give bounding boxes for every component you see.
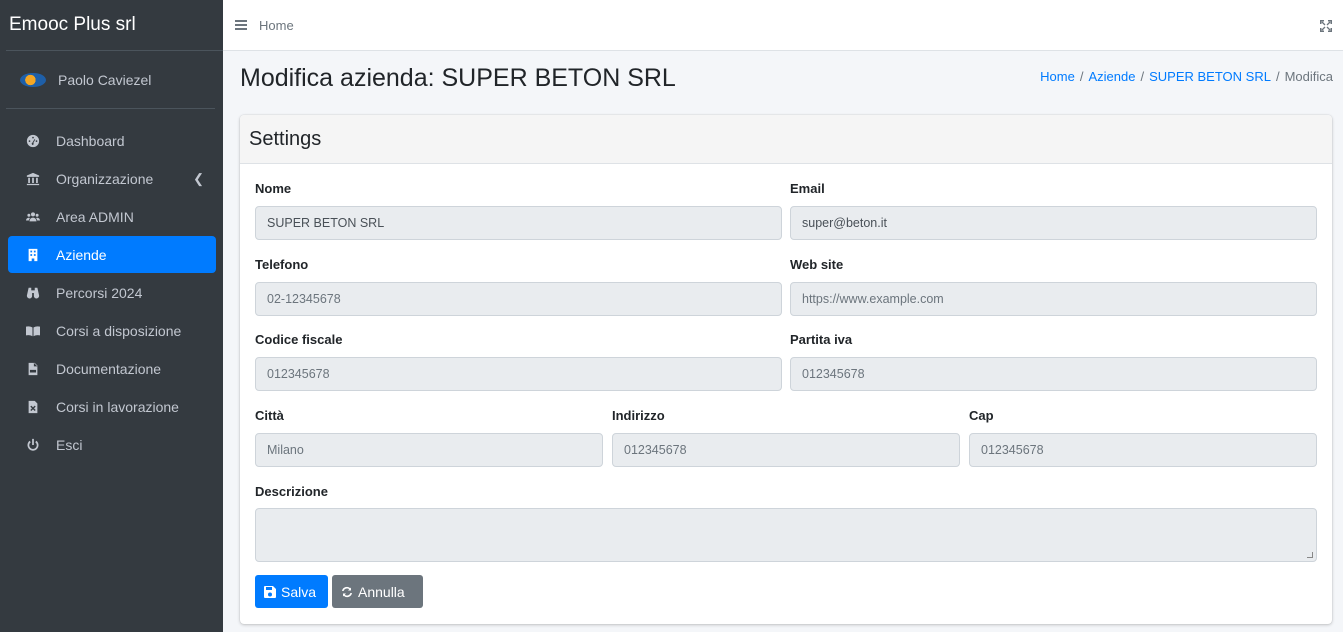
floppy-disk-icon	[264, 585, 276, 598]
top-home-link[interactable]: Home	[259, 18, 294, 33]
breadcrumb-company[interactable]: SUPER BETON SRL	[1149, 69, 1271, 84]
sidebar-item-organizzazione[interactable]: Organizzazione ❮	[8, 160, 216, 197]
breadcrumb: Home / Aziende / SUPER BETON SRL / Modif…	[1040, 69, 1333, 84]
codice-fiscale-field[interactable]: 012345678	[255, 357, 782, 391]
email-field[interactable]: super@beton.it	[790, 206, 1317, 240]
binoculars-icon	[26, 286, 40, 300]
sidebar: Emooc Plus srl Paolo Caviezel Dashboard …	[6, 0, 223, 632]
sidebar-item-percorsi-2024[interactable]: Percorsi 2024	[8, 274, 216, 311]
sidebar-item-label: Corsi a disposizione	[56, 322, 182, 339]
breadcrumb-current: Modifica	[1284, 69, 1333, 84]
cap-field[interactable]: 012345678	[969, 433, 1317, 467]
brand-text: Emooc Plus srl	[9, 14, 136, 35]
user-name: Paolo Caviezel	[58, 71, 152, 88]
descrizione-label: Descrizione	[255, 484, 328, 499]
sidebar-item-label: Esci	[56, 436, 83, 453]
codice-fiscale-label: Codice fiscale	[255, 332, 343, 347]
card-title: Settings	[249, 127, 322, 150]
sidebar-item-documentazione[interactable]: Documentazione	[8, 350, 216, 387]
tachometer-icon	[26, 134, 40, 148]
brand-link[interactable]: Emooc Plus srl	[6, 0, 223, 51]
sidebar-item-label: Percorsi 2024	[56, 284, 143, 301]
excel-file-icon	[26, 400, 40, 414]
sidebar-item-corsi-in-lavorazione[interactable]: Corsi in lavorazione	[8, 388, 216, 425]
users-icon	[26, 210, 40, 224]
sidebar-item-esci[interactable]: Esci	[8, 426, 216, 463]
nome-label: Nome	[255, 181, 292, 196]
sidebar-item-label: Corsi in lavorazione	[56, 398, 179, 415]
telefono-field[interactable]: 02-12345678	[255, 282, 782, 316]
save-button-label: Salva	[281, 583, 317, 600]
settings-card: Settings Nome SUPER BETON SRL Email supe…	[240, 115, 1332, 624]
chevron-left-icon: ❮	[193, 170, 204, 186]
breadcrumb-home[interactable]: Home	[1040, 69, 1075, 84]
sidebar-nav: Dashboard Organizzazione ❮ Area ADMIN Az…	[6, 109, 223, 463]
cancel-button[interactable]: Annulla	[332, 575, 423, 608]
breadcrumb-separator: /	[1275, 69, 1280, 84]
refresh-icon	[342, 586, 352, 597]
card-header: Settings	[240, 115, 1332, 164]
sidebar-item-aziende[interactable]: Aziende	[8, 236, 216, 273]
nome-field[interactable]: SUPER BETON SRL	[255, 206, 782, 240]
building-icon	[26, 248, 40, 262]
power-icon	[26, 438, 40, 452]
website-label: Web site	[790, 257, 844, 272]
cancel-button-label: Annulla	[358, 583, 405, 600]
page-title: Modifica azienda: SUPER BETON SRL	[240, 64, 676, 92]
breadcrumb-separator: /	[1140, 69, 1145, 84]
bank-icon	[26, 172, 40, 186]
user-panel[interactable]: Paolo Caviezel	[6, 51, 215, 109]
partita-iva-field[interactable]: 012345678	[790, 357, 1317, 391]
indirizzo-label: Indirizzo	[612, 408, 665, 423]
breadcrumb-separator: /	[1079, 69, 1084, 84]
citta-field[interactable]: Milano	[255, 433, 603, 467]
book-open-icon	[26, 324, 40, 338]
top-navbar: Home	[223, 0, 1343, 51]
sidebar-item-dashboard[interactable]: Dashboard	[8, 122, 216, 159]
partita-iva-label: Partita iva	[790, 332, 853, 347]
hamburger-menu-icon[interactable]	[235, 20, 247, 30]
avatar	[20, 72, 46, 87]
sidebar-item-label: Documentazione	[56, 360, 162, 377]
save-button[interactable]: Salva	[255, 575, 328, 608]
sidebar-item-corsi-a-disposizione[interactable]: Corsi a disposizione	[8, 312, 216, 349]
sidebar-item-area-admin[interactable]: Area ADMIN	[8, 198, 216, 235]
resize-handle-icon[interactable]	[1307, 552, 1313, 558]
cap-label: Cap	[969, 408, 994, 423]
sidebar-item-label: Organizzazione	[56, 170, 154, 187]
breadcrumb-aziende[interactable]: Aziende	[1088, 69, 1135, 84]
website-field[interactable]: https://www.example.com	[790, 282, 1317, 316]
sidebar-item-label: Aziende	[56, 246, 107, 263]
fullscreen-icon[interactable]	[1320, 20, 1332, 32]
telefono-label: Telefono	[255, 257, 309, 272]
descrizione-textarea[interactable]	[255, 508, 1317, 562]
email-label: Email	[790, 181, 825, 196]
sidebar-item-label: Area ADMIN	[56, 208, 134, 225]
sidebar-item-label: Dashboard	[56, 132, 125, 149]
indirizzo-field[interactable]: 012345678	[612, 433, 960, 467]
citta-label: Città	[255, 408, 284, 423]
pdf-file-icon	[26, 362, 40, 376]
